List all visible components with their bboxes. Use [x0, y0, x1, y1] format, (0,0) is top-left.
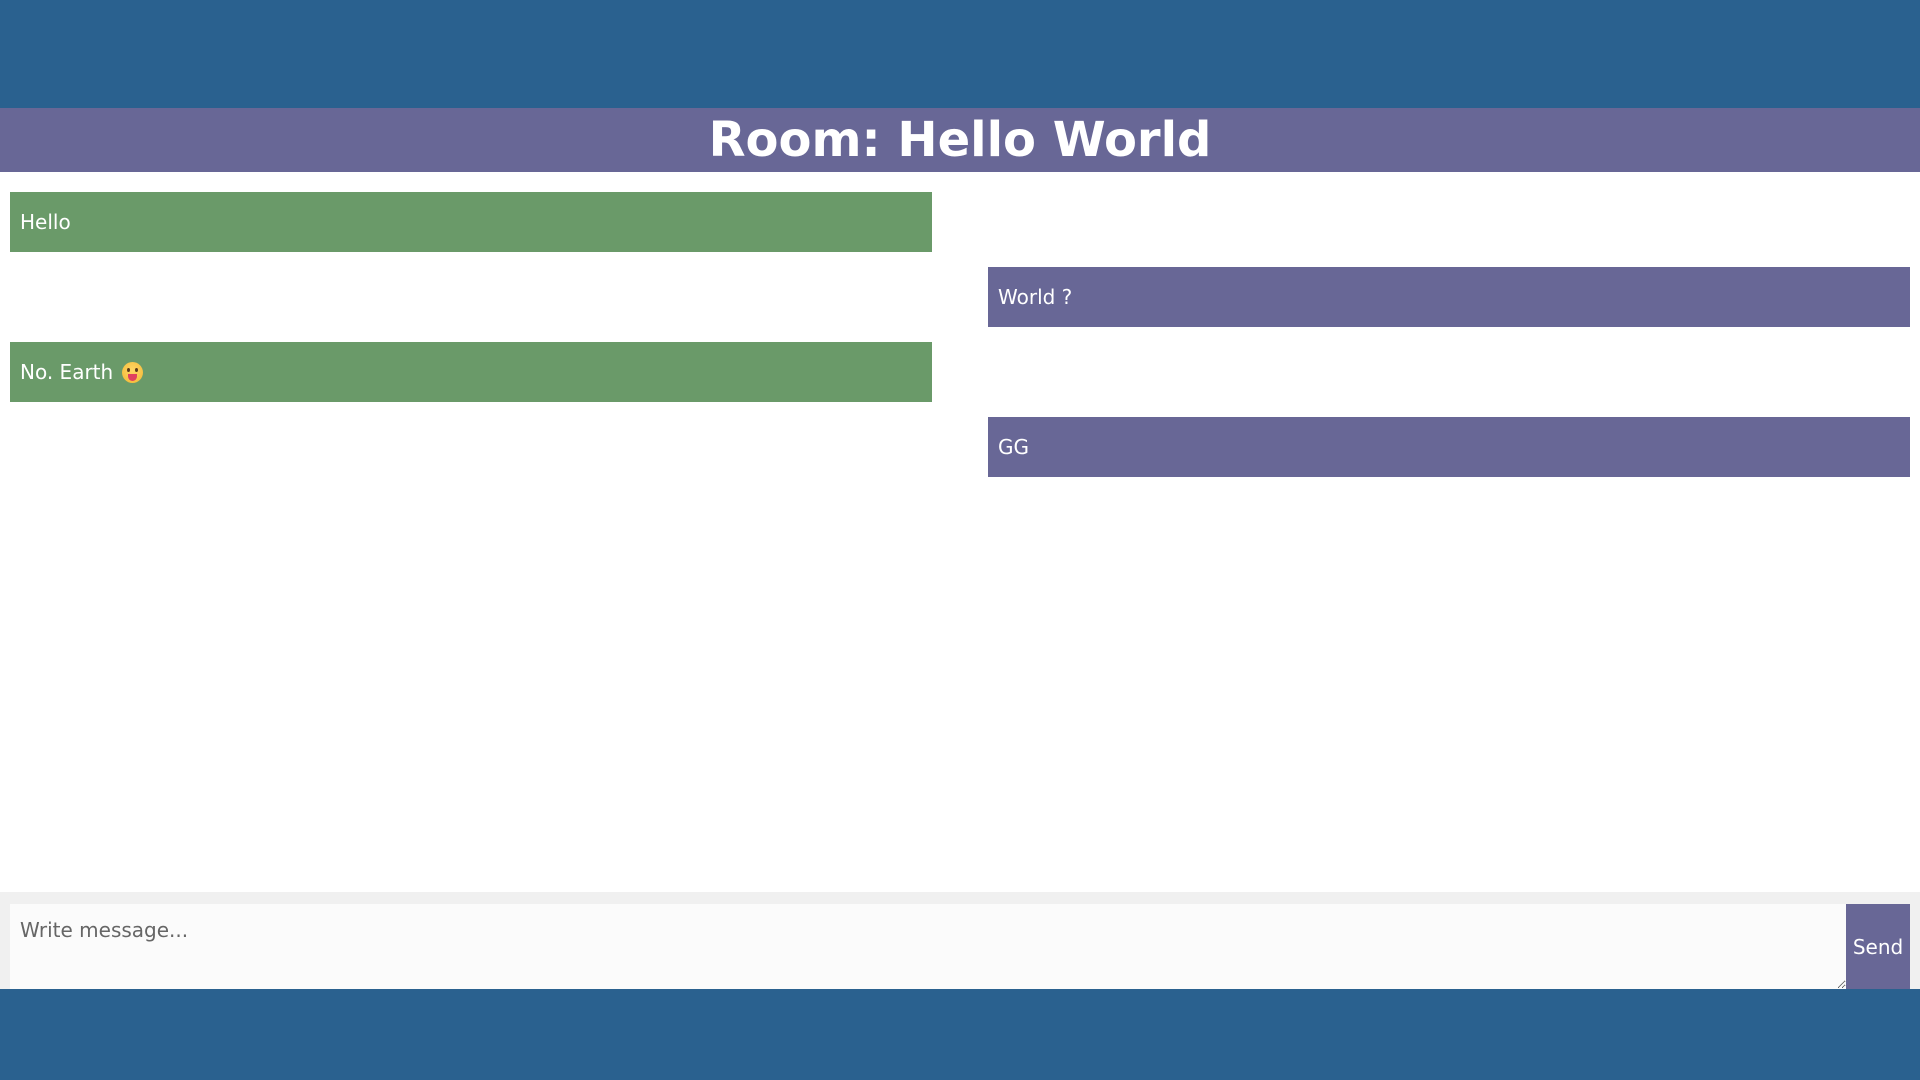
room-header: Room: Hello World	[0, 108, 1920, 172]
message-composer: Send	[0, 892, 1920, 989]
message-received: World ?	[988, 267, 1910, 327]
send-button[interactable]: Send	[1846, 904, 1910, 989]
tongue-out-face-icon	[122, 361, 144, 383]
message-input[interactable]	[10, 904, 1846, 989]
messages-list: Hello World ? No. Earth GG	[0, 172, 1920, 892]
message-received: GG	[988, 417, 1910, 477]
message-text: Hello	[20, 210, 71, 234]
message-sent: Hello	[10, 192, 932, 252]
message-sent: No. Earth	[10, 342, 932, 402]
message-text: World ?	[998, 285, 1073, 309]
room-title: Room: Hello World	[708, 112, 1212, 168]
message-text: GG	[998, 435, 1029, 459]
chat-page: Room: Hello World Hello World ? No. Eart…	[0, 0, 1920, 1080]
message-text: No. Earth	[20, 360, 114, 384]
